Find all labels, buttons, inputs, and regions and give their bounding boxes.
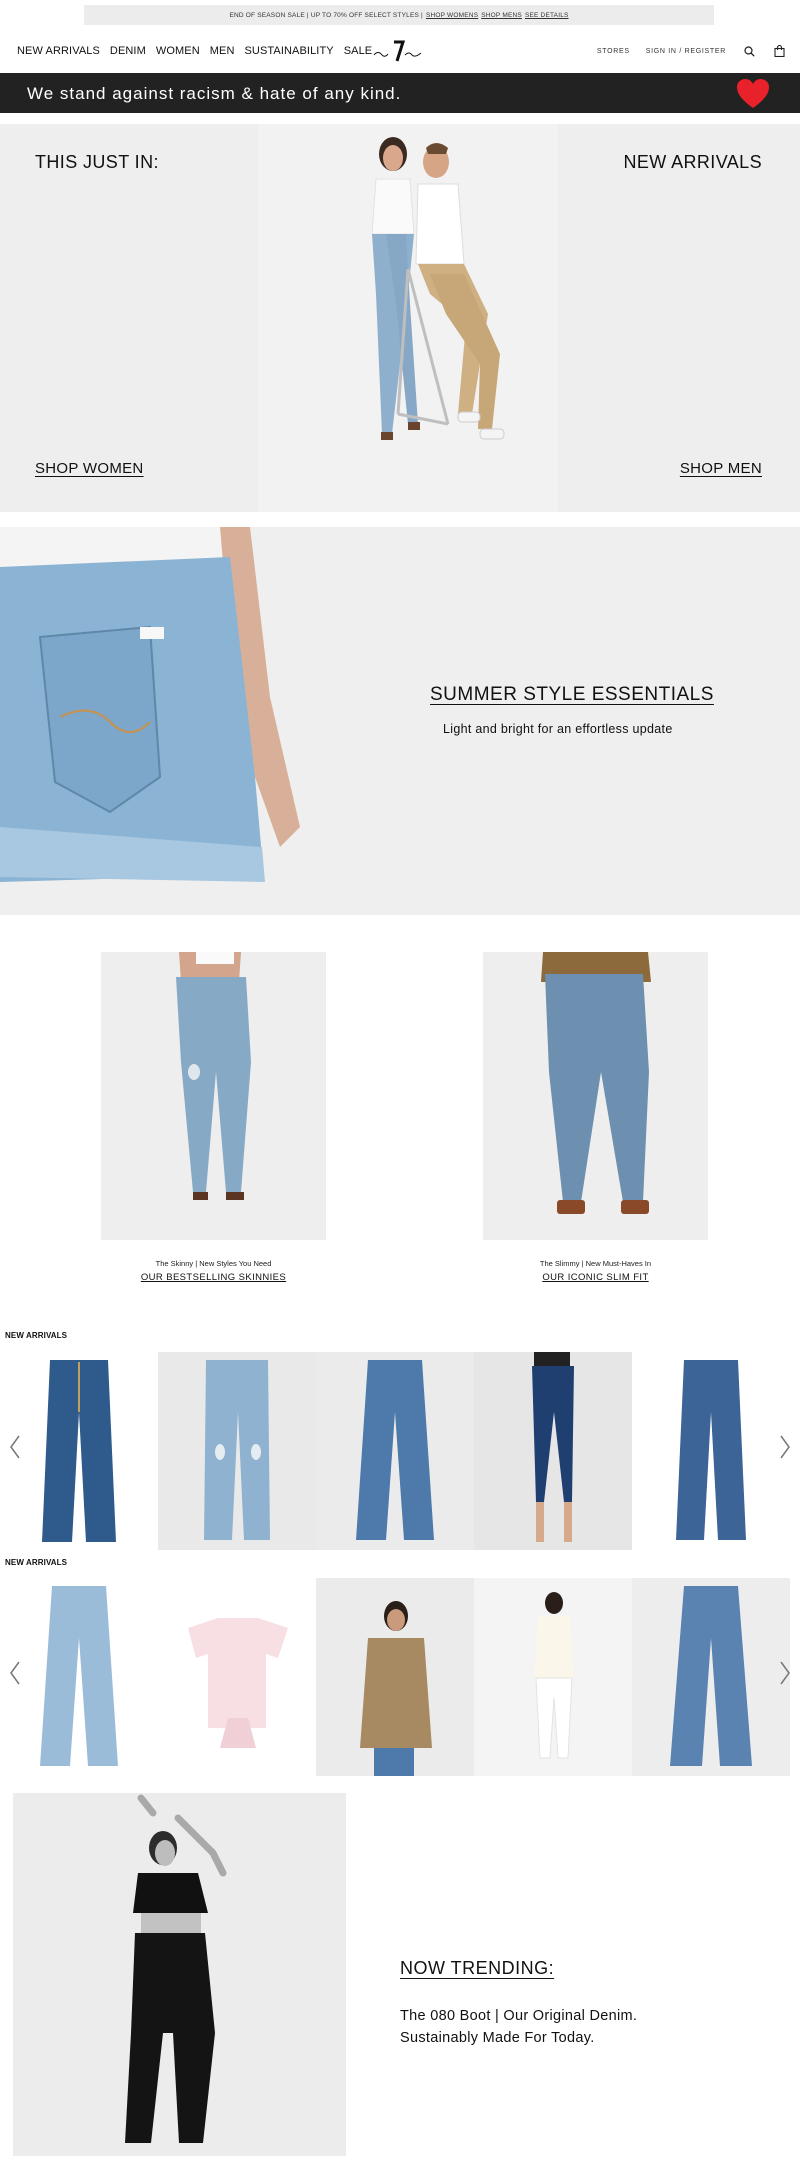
promo-bar: END OF SEASON SALE | UP TO 70% OFF SELEC… [84,5,714,25]
trending-subtext: The 080 Boot | Our Original Denim. Susta… [400,2005,637,2049]
summer-heading[interactable]: SUMMER STYLE ESSENTIALS [430,684,714,706]
nav-item-sale[interactable]: SALE [344,45,373,57]
feature-skinny-caption: The Skinny | New Styles You Need [155,1259,272,1268]
feature-skinny[interactable]: The Skinny | New Styles You Need OUR BES… [101,952,326,1283]
summer-section[interactable]: SUMMER STYLE ESSENTIALS Light and bright… [0,527,800,915]
heart-icon [737,79,769,108]
trending-model-image [13,1793,346,2156]
product-tile[interactable] [632,1578,790,1776]
carousel2-next-icon[interactable] [778,1660,792,1686]
promo-link-shop-mens[interactable]: SHOP MENS [481,12,522,19]
shop-men-link[interactable]: SHOP MEN [680,460,762,477]
promo-link-see-details[interactable]: SEE DETAILS [525,12,569,19]
carousel1-prev-icon[interactable] [8,1434,22,1460]
hero-right-title: NEW ARRIVALS [623,152,762,172]
nav-item-men[interactable]: MEN [210,45,235,57]
new-arrivals-carousel-2 [0,1578,800,1776]
shop-women-link[interactable]: SHOP WOMEN [35,460,144,477]
product-tile[interactable] [316,1578,474,1776]
search-icon[interactable] [742,44,756,58]
feature-slimmy[interactable]: The Slimmy | New Must-Haves In OUR ICONI… [483,952,708,1283]
stores-link[interactable]: STORES [597,48,630,55]
product-tile[interactable] [474,1352,632,1550]
product-tile[interactable] [0,1352,158,1550]
nav-utilities: STORES SIGN IN / REGISTER [597,44,786,58]
shopping-bag-icon[interactable] [772,44,786,58]
statement-banner[interactable]: We stand against racism & hate of any ki… [0,73,800,113]
nav-item-women[interactable]: WOMEN [156,45,200,57]
feature-skinny-link[interactable]: OUR BESTSELLING SKINNIES [101,1272,326,1283]
product-tile[interactable] [158,1352,316,1550]
carousel2-prev-icon[interactable] [8,1660,22,1686]
brand-logo[interactable] [372,40,424,64]
carousel2-label: NEW ARRIVALS [5,1558,68,1567]
promo-link-shop-womens[interactable]: SHOP WOMENS [426,12,478,19]
trending-image-block[interactable] [13,1793,346,2156]
hero-image [258,124,558,512]
page: END OF SEASON SALE | UP TO 70% OFF SELEC… [0,0,800,2160]
product-tile[interactable] [158,1578,316,1776]
nav-item-sustainability[interactable]: SUSTAINABILITY [245,45,334,57]
nav-menu: NEW ARRIVALS DENIM WOMEN MEN SUSTAINABIL… [17,45,372,57]
product-tile[interactable] [0,1578,158,1776]
skinny-jeans-image [101,952,326,1240]
promo-text: END OF SEASON SALE | UP TO 70% OFF SELEC… [229,11,423,19]
statement-text: We stand against racism & hate of any ki… [27,84,402,103]
hero-section: THIS JUST IN: NEW ARRIVALS SHOP WOMEN SH… [0,124,800,512]
hero-left-title: THIS JUST IN: [35,152,159,172]
nav-item-denim[interactable]: DENIM [110,45,146,57]
feature-slimmy-caption: The Slimmy | New Must-Haves In [539,1259,652,1268]
denim-shorts-image [0,527,340,915]
carousel1-label: NEW ARRIVALS [5,1331,68,1340]
trending-heading[interactable]: NOW TRENDING: [400,1958,554,1979]
product-tile[interactable] [632,1352,790,1550]
trending-line-2: Sustainably Made For Today. [400,2030,595,2046]
feature-slimmy-link[interactable]: OUR ICONIC SLIM FIT [483,1272,708,1283]
product-tile[interactable] [474,1578,632,1776]
sign-in-link[interactable]: SIGN IN / REGISTER [646,48,726,55]
nav-item-new-arrivals[interactable]: NEW ARRIVALS [17,45,100,57]
summer-subheading: Light and bright for an effortless updat… [443,722,673,736]
slim-jeans-image [483,952,708,1240]
new-arrivals-carousel-1 [0,1352,800,1550]
trending-line-1: The 080 Boot | Our Original Denim. [400,2008,638,2024]
carousel1-next-icon[interactable] [778,1434,792,1460]
product-tile[interactable] [316,1352,474,1550]
